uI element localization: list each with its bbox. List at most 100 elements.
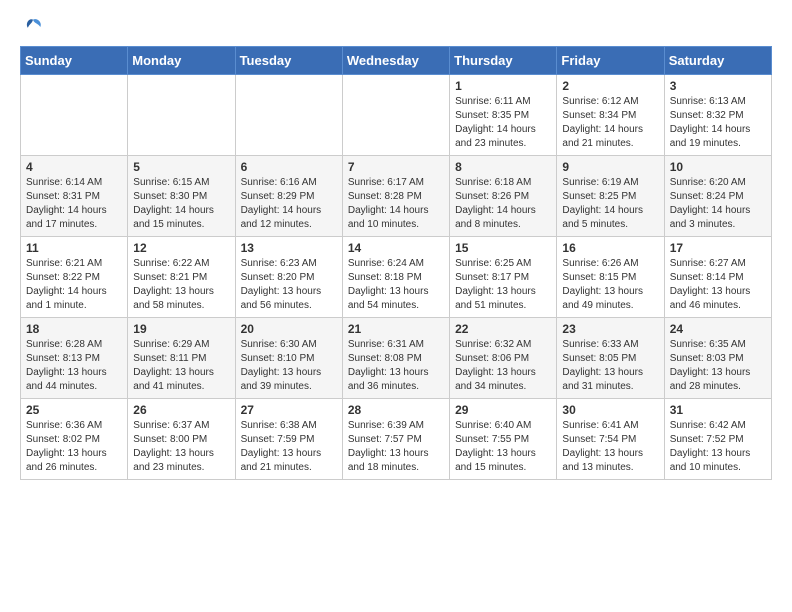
calendar-cell: 11Sunrise: 6:21 AM Sunset: 8:22 PM Dayli…	[21, 237, 128, 318]
day-info: Sunrise: 6:38 AM Sunset: 7:59 PM Dayligh…	[241, 419, 337, 475]
day-info: Sunrise: 6:37 AM Sunset: 8:00 PM Dayligh…	[133, 419, 229, 475]
day-info: Sunrise: 6:19 AM Sunset: 8:25 PM Dayligh…	[562, 176, 658, 232]
weekday-header: Wednesday	[342, 47, 449, 75]
day-number: 12	[133, 241, 229, 255]
day-number: 13	[241, 241, 337, 255]
day-info: Sunrise: 6:13 AM Sunset: 8:32 PM Dayligh…	[670, 95, 766, 151]
calendar-cell: 31 Sunrise: 6:42 AM Sunset: 7:52 PM Dayli…	[664, 399, 771, 480]
calendar-cell: 19 Sunrise: 6:29 AM Sunset: 8:11 PM Dayli…	[128, 318, 235, 399]
calendar-cell: 8 Sunrise: 6:18 AM Sunset: 8:26 PM Daylig…	[450, 156, 557, 237]
day-number: 10	[670, 160, 766, 174]
calendar-cell	[21, 75, 128, 156]
day-number: 4	[26, 160, 122, 174]
page-header	[20, 16, 772, 38]
calendar-cell: 13 Sunrise: 6:23 AM Sunset: 8:20 PM Dayli…	[235, 237, 342, 318]
calendar-cell: 26Sunrise: 6:37 AM Sunset: 8:00 PM Dayli…	[128, 399, 235, 480]
calendar-cell	[342, 75, 449, 156]
calendar-cell: 22 Sunrise: 6:32 AM Sunset: 8:06 PM Dayli…	[450, 318, 557, 399]
calendar-cell: 9Sunrise: 6:19 AM Sunset: 8:25 PM Daylig…	[557, 156, 664, 237]
day-number: 22	[455, 322, 551, 336]
day-number: 15	[455, 241, 551, 255]
calendar-cell: 18 Sunrise: 6:28 AM Sunset: 8:13 PM Dayli…	[21, 318, 128, 399]
calendar-cell: 28 Sunrise: 6:39 AM Sunset: 7:57 PM Dayli…	[342, 399, 449, 480]
day-number: 30	[562, 403, 658, 417]
day-number: 6	[241, 160, 337, 174]
day-number: 2	[562, 79, 658, 93]
day-info: Sunrise: 6:29 AM Sunset: 8:11 PM Dayligh…	[133, 338, 229, 394]
calendar-cell: 7Sunrise: 6:17 AM Sunset: 8:28 PM Daylig…	[342, 156, 449, 237]
day-number: 18	[26, 322, 122, 336]
day-number: 1	[455, 79, 551, 93]
day-info: Sunrise: 6:32 AM Sunset: 8:06 PM Dayligh…	[455, 338, 551, 394]
day-info: Sunrise: 6:39 AM Sunset: 7:57 PM Dayligh…	[348, 419, 444, 475]
day-info: Sunrise: 6:12 AM Sunset: 8:34 PM Dayligh…	[562, 95, 658, 151]
calendar-cell: 27 Sunrise: 6:38 AM Sunset: 7:59 PM Dayli…	[235, 399, 342, 480]
day-info: Sunrise: 6:23 AM Sunset: 8:20 PM Dayligh…	[241, 257, 337, 313]
calendar-cell: 14Sunrise: 6:24 AM Sunset: 8:18 PM Dayli…	[342, 237, 449, 318]
calendar-cell: 21Sunrise: 6:31 AM Sunset: 8:08 PM Dayli…	[342, 318, 449, 399]
day-number: 24	[670, 322, 766, 336]
day-info: Sunrise: 6:21 AM Sunset: 8:22 PM Dayligh…	[26, 257, 122, 313]
day-number: 28	[348, 403, 444, 417]
day-info: Sunrise: 6:33 AM Sunset: 8:05 PM Dayligh…	[562, 338, 658, 394]
day-info: Sunrise: 6:25 AM Sunset: 8:17 PM Dayligh…	[455, 257, 551, 313]
calendar-cell	[235, 75, 342, 156]
calendar-cell: 10 Sunrise: 6:20 AM Sunset: 8:24 PM Dayli…	[664, 156, 771, 237]
weekday-header: Tuesday	[235, 47, 342, 75]
day-info: Sunrise: 6:15 AM Sunset: 8:30 PM Dayligh…	[133, 176, 229, 232]
day-number: 5	[133, 160, 229, 174]
calendar-cell	[128, 75, 235, 156]
weekday-header: Thursday	[450, 47, 557, 75]
day-info: Sunrise: 6:42 AM Sunset: 7:52 PM Dayligh…	[670, 419, 766, 475]
calendar-week-row: 25 Sunrise: 6:36 AM Sunset: 8:02 PM Dayli…	[21, 399, 772, 480]
calendar-cell: 1 Sunrise: 6:11 AM Sunset: 8:35 PM Daylig…	[450, 75, 557, 156]
day-info: Sunrise: 6:17 AM Sunset: 8:28 PM Dayligh…	[348, 176, 444, 232]
calendar-cell: 6 Sunrise: 6:16 AM Sunset: 8:29 PM Daylig…	[235, 156, 342, 237]
day-info: Sunrise: 6:27 AM Sunset: 8:14 PM Dayligh…	[670, 257, 766, 313]
calendar-table: SundayMondayTuesdayWednesdayThursdayFrid…	[20, 46, 772, 480]
day-info: Sunrise: 6:35 AM Sunset: 8:03 PM Dayligh…	[670, 338, 766, 394]
calendar-week-row: 11Sunrise: 6:21 AM Sunset: 8:22 PM Dayli…	[21, 237, 772, 318]
calendar-cell: 24 Sunrise: 6:35 AM Sunset: 8:03 PM Dayli…	[664, 318, 771, 399]
weekday-header: Saturday	[664, 47, 771, 75]
day-number: 16	[562, 241, 658, 255]
logo	[20, 16, 44, 38]
day-info: Sunrise: 6:30 AM Sunset: 8:10 PM Dayligh…	[241, 338, 337, 394]
day-number: 25	[26, 403, 122, 417]
calendar-cell: 30Sunrise: 6:41 AM Sunset: 7:54 PM Dayli…	[557, 399, 664, 480]
day-info: Sunrise: 6:20 AM Sunset: 8:24 PM Dayligh…	[670, 176, 766, 232]
day-number: 23	[562, 322, 658, 336]
day-info: Sunrise: 6:22 AM Sunset: 8:21 PM Dayligh…	[133, 257, 229, 313]
calendar-cell: 16 Sunrise: 6:26 AM Sunset: 8:15 PM Dayli…	[557, 237, 664, 318]
day-number: 20	[241, 322, 337, 336]
day-number: 19	[133, 322, 229, 336]
weekday-header: Sunday	[21, 47, 128, 75]
calendar-cell: 23 Sunrise: 6:33 AM Sunset: 8:05 PM Dayli…	[557, 318, 664, 399]
calendar-cell: 20 Sunrise: 6:30 AM Sunset: 8:10 PM Dayli…	[235, 318, 342, 399]
day-info: Sunrise: 6:11 AM Sunset: 8:35 PM Dayligh…	[455, 95, 551, 151]
day-info: Sunrise: 6:18 AM Sunset: 8:26 PM Dayligh…	[455, 176, 551, 232]
logo-bird-icon	[22, 16, 44, 38]
calendar-week-row: 1 Sunrise: 6:11 AM Sunset: 8:35 PM Daylig…	[21, 75, 772, 156]
day-number: 27	[241, 403, 337, 417]
calendar-cell: 5 Sunrise: 6:15 AM Sunset: 8:30 PM Daylig…	[128, 156, 235, 237]
calendar-week-row: 18 Sunrise: 6:28 AM Sunset: 8:13 PM Dayli…	[21, 318, 772, 399]
day-info: Sunrise: 6:16 AM Sunset: 8:29 PM Dayligh…	[241, 176, 337, 232]
day-number: 3	[670, 79, 766, 93]
weekday-header: Monday	[128, 47, 235, 75]
calendar-header-row: SundayMondayTuesdayWednesdayThursdayFrid…	[21, 47, 772, 75]
calendar-cell: 17 Sunrise: 6:27 AM Sunset: 8:14 PM Dayli…	[664, 237, 771, 318]
calendar-cell: 25 Sunrise: 6:36 AM Sunset: 8:02 PM Dayli…	[21, 399, 128, 480]
day-number: 8	[455, 160, 551, 174]
day-number: 29	[455, 403, 551, 417]
day-info: Sunrise: 6:40 AM Sunset: 7:55 PM Dayligh…	[455, 419, 551, 475]
day-info: Sunrise: 6:24 AM Sunset: 8:18 PM Dayligh…	[348, 257, 444, 313]
calendar-cell: 29 Sunrise: 6:40 AM Sunset: 7:55 PM Dayli…	[450, 399, 557, 480]
day-info: Sunrise: 6:14 AM Sunset: 8:31 PM Dayligh…	[26, 176, 122, 232]
day-number: 21	[348, 322, 444, 336]
day-number: 31	[670, 403, 766, 417]
day-info: Sunrise: 6:36 AM Sunset: 8:02 PM Dayligh…	[26, 419, 122, 475]
day-number: 17	[670, 241, 766, 255]
day-info: Sunrise: 6:28 AM Sunset: 8:13 PM Dayligh…	[26, 338, 122, 394]
day-info: Sunrise: 6:26 AM Sunset: 8:15 PM Dayligh…	[562, 257, 658, 313]
